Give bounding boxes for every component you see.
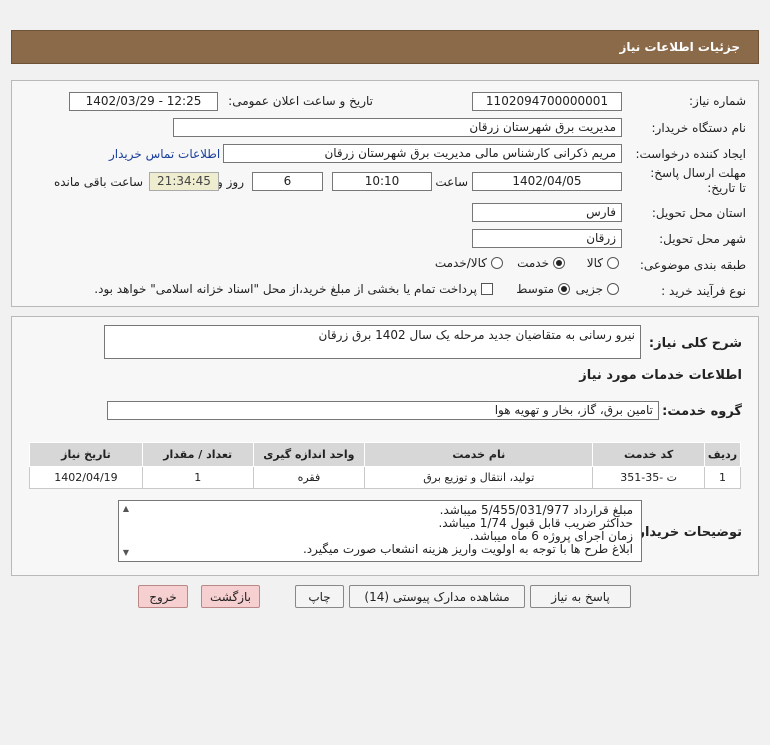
remaining-label: ساعت باقی مانده: [53, 175, 143, 189]
announce-label: تاریخ و ساعت اعلان عمومی:: [228, 94, 373, 108]
summary-label: شرح کلی نیاز:: [648, 336, 742, 351]
services-section-title: اطلاعات خدمات مورد نیاز: [579, 368, 742, 383]
summary-field: نیرو رسانی به متقاضیان جدید مرحله یک سال…: [104, 325, 641, 359]
scroll-down-icon[interactable]: ▼: [121, 548, 131, 558]
view-attachments-button[interactable]: مشاهده مدارک پیوستی (14): [349, 585, 525, 608]
cell-row: 1: [704, 466, 741, 489]
page-header: جزئیات اطلاعات نیاز: [11, 30, 759, 64]
process-option-minor[interactable]: جزیی: [576, 282, 619, 296]
city-field: زرقان: [472, 229, 622, 248]
col-service-code: کد خدمت: [592, 442, 705, 467]
reply-button[interactable]: پاسخ به نیاز: [530, 585, 631, 608]
requester-field: مریم ذکرانی کارشناس مالی مدیریت برق شهرس…: [223, 144, 622, 163]
process-minor-label: جزیی: [575, 282, 603, 296]
days-field: 6: [252, 172, 323, 191]
category-goods-label: کالا: [586, 256, 603, 270]
category-option-goods-service[interactable]: کالا/خدمت: [435, 256, 503, 270]
announce-field: 1402/03/29 - 12:25: [69, 92, 218, 111]
buyer-notes-label: توضیحات خریدار:: [632, 525, 742, 540]
remaining-time-field: 21:34:45: [149, 172, 219, 191]
services-table: ردیف کد خدمت نام خدمت واحد اندازه گیری ت…: [29, 442, 741, 489]
buyer-note-line: ابلاغ طرح ها با توجه به اولویت واریز هزی…: [302, 542, 633, 556]
treasury-payment-checkbox[interactable]: [481, 283, 493, 295]
col-unit: واحد اندازه گیری: [252, 442, 366, 467]
service-group-field: تامین برق، گاز، بخار و تهویه هوا: [107, 401, 659, 420]
cell-need-date: 1402/04/19: [29, 466, 143, 489]
treasury-payment-option[interactable]: پرداخت تمام یا بخشی از مبلغ خرید،از محل …: [94, 282, 493, 296]
cell-service-code: ت -35-351: [592, 466, 705, 489]
deadline-date-field: 1402/04/05: [472, 172, 622, 191]
process-label: نوع فرآیند خرید :: [661, 284, 746, 298]
service-group-label: گروه خدمت:: [662, 404, 742, 419]
print-button[interactable]: چاپ: [295, 585, 344, 608]
scroll-up-icon[interactable]: ▲: [121, 504, 131, 514]
days-label: روز و: [217, 175, 244, 189]
cell-unit: فقره: [252, 466, 366, 489]
process-medium-radio[interactable]: [558, 283, 570, 295]
need-number-label: شماره نیاز:: [689, 94, 746, 108]
process-medium-label: متوسط: [516, 282, 554, 296]
requester-label: ایجاد کننده درخواست:: [635, 147, 746, 161]
process-minor-radio[interactable]: [607, 283, 619, 295]
category-service-radio[interactable]: [553, 257, 565, 269]
services-table-header: ردیف کد خدمت نام خدمت واحد اندازه گیری ت…: [29, 442, 741, 467]
category-option-service[interactable]: خدمت: [517, 256, 565, 270]
deadline-time-label: ساعت: [435, 175, 468, 189]
contact-buyer-link[interactable]: اطلاعات تماس خریدار: [109, 147, 220, 161]
category-label: طبقه بندی موضوعی:: [639, 258, 746, 272]
cell-quantity: 1: [141, 466, 254, 489]
deadline-time-field: 10:10: [332, 172, 432, 191]
exit-button[interactable]: خروج: [138, 585, 188, 608]
need-details-page: 010101 0001 ParsNamadData مرکز فرآیند اط…: [0, 0, 770, 745]
province-field: فارس: [472, 203, 622, 222]
category-option-goods[interactable]: کالا: [587, 256, 619, 270]
process-option-medium[interactable]: متوسط: [516, 282, 570, 296]
col-quantity: تعداد / مقدار: [141, 442, 254, 467]
col-row: ردیف: [704, 442, 741, 467]
deadline-label: مهلت ارسال پاسخ: تا تاریخ:: [650, 166, 746, 195]
cell-service-name: تولید، انتقال و توزیع برق: [364, 466, 594, 489]
table-row: 1 ت -35-351 تولید، انتقال و توزیع برق فق…: [29, 466, 741, 489]
category-goods-service-label: کالا/خدمت: [434, 256, 487, 270]
buyer-org-label: نام دستگاه خریدار:: [651, 121, 747, 135]
category-service-label: خدمت: [517, 256, 549, 270]
buyer-notes-box[interactable]: مبلغ قرارداد 5/455/031/977 میباشد. حداکث…: [118, 500, 642, 562]
buyer-org-field: مدیریت برق شهرستان زرقان: [173, 118, 622, 137]
city-label: شهر محل تحویل:: [659, 232, 746, 246]
category-goods-service-radio[interactable]: [491, 257, 503, 269]
category-goods-radio[interactable]: [607, 257, 619, 269]
treasury-payment-label: پرداخت تمام یا بخشی از مبلغ خرید،از محل …: [94, 282, 477, 296]
province-label: استان محل تحویل:: [651, 206, 746, 220]
col-service-name: نام خدمت: [364, 442, 594, 467]
need-number-field: 1102094700000001: [472, 92, 622, 111]
page-title: جزئیات اطلاعات نیاز: [619, 40, 740, 54]
col-need-date: تاریخ نیاز: [29, 442, 143, 467]
back-button[interactable]: بازگشت: [201, 585, 260, 608]
